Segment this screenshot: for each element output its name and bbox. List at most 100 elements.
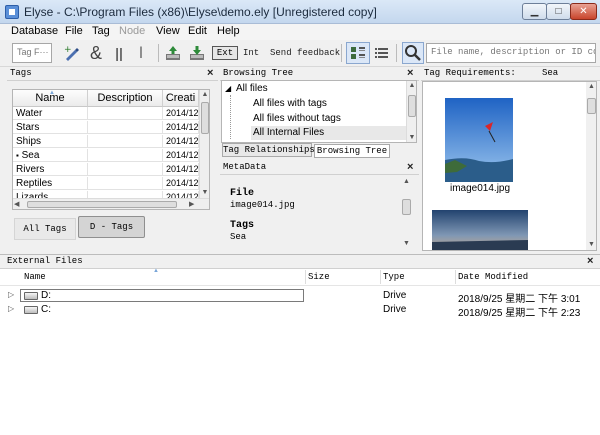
tab-tag-relationships[interactable]: Tag Relationships: [222, 143, 315, 157]
expand-arrow-icon[interactable]: ▷: [8, 304, 14, 313]
table-row[interactable]: Reptiles 2014/12.: [13, 177, 199, 190]
column-header-type[interactable]: Type: [383, 272, 405, 282]
scroll-thumb[interactable]: [27, 201, 177, 208]
scroll-down-icon[interactable]: ▼: [401, 239, 412, 249]
close-icon[interactable]: ×: [587, 255, 593, 267]
table-row[interactable]: ▷ C: Drive 2018/9/25 星期二 下午 2:23: [8, 303, 598, 319]
file-type-cell: Drive: [383, 304, 407, 315]
scroll-up-icon[interactable]: ▲: [200, 90, 209, 100]
menu-edit[interactable]: Edit: [188, 25, 207, 37]
upload-tray-icon[interactable]: [163, 43, 183, 63]
tag-created-cell: 2014/12.: [163, 149, 199, 162]
text-cursor-icon[interactable]: I: [131, 43, 151, 63]
metadata-vertical-scrollbar[interactable]: ▲ ▼: [401, 177, 412, 249]
tab-d-tags[interactable]: D - Tags: [78, 216, 145, 238]
scroll-up-icon[interactable]: ▲: [401, 177, 412, 187]
external-files-toggle[interactable]: Ext: [212, 46, 238, 60]
menu-view[interactable]: View: [156, 25, 180, 37]
metadata-file-value: image014.jpg: [230, 200, 295, 210]
file-date-cell: 2018/9/25 星期二 下午 2:23: [458, 308, 581, 319]
thumbnail-view-button[interactable]: [346, 42, 370, 64]
thumbnail-image014[interactable]: [445, 98, 513, 182]
table-row[interactable]: Rivers 2014/12.: [13, 163, 199, 176]
scroll-down-icon[interactable]: ▼: [586, 240, 596, 250]
close-icon[interactable]: ×: [407, 161, 413, 173]
close-icon[interactable]: ×: [207, 67, 213, 79]
thumbnail-image-2[interactable]: [432, 210, 528, 250]
metadata-header: MetaData: [220, 161, 419, 175]
table-row[interactable]: ▷ D: Drive 2018/9/25 星期二 下午 3:01: [8, 289, 598, 305]
drive-icon: [24, 292, 38, 300]
list-view-icon[interactable]: [372, 43, 392, 63]
expand-arrow-icon[interactable]: ▷: [8, 290, 14, 299]
collapse-arrow-icon[interactable]: ◢: [225, 84, 231, 93]
toolbar-separator: [341, 44, 342, 62]
column-header-created[interactable]: Creati: [163, 90, 199, 107]
menu-database[interactable]: Database: [11, 25, 58, 37]
menu-node[interactable]: Node: [119, 25, 145, 37]
table-row[interactable]: Water 2014/12.: [13, 107, 199, 120]
metadata-panel: MetaData × File image014.jpg Tags Sea ▲ …: [220, 161, 419, 253]
tab-browsing-tree[interactable]: Browsing Tree: [314, 144, 390, 158]
scroll-thumb[interactable]: [587, 98, 596, 114]
scroll-up-icon[interactable]: ▲: [586, 82, 596, 92]
tag-created-cell: 2014/12.: [163, 107, 199, 120]
tag-description-cell: [88, 149, 163, 162]
table-row[interactable]: Ships 2014/12.: [13, 135, 199, 148]
column-header-date-modified[interactable]: Date Modified: [458, 272, 528, 282]
internal-files-toggle[interactable]: Int: [243, 48, 259, 58]
tree-vertical-scrollbar[interactable]: ▲ ▼: [406, 81, 416, 142]
title-bar: Elyse - C:\Program Files (x86)\Elyse\dem…: [0, 0, 600, 24]
maximize-button[interactable]: □: [546, 3, 571, 20]
tag-name-cell: Rivers: [13, 163, 88, 176]
search-icon[interactable]: [402, 42, 424, 64]
search-input[interactable]: File name, description or ID code: [426, 43, 596, 63]
tag-description-cell: [88, 177, 163, 190]
pause-icon[interactable]: ||: [109, 43, 129, 63]
minimize-button[interactable]: ▁: [522, 3, 547, 20]
scroll-up-icon[interactable]: ▲: [407, 81, 416, 91]
thumbnail-list: image014.jpg ▲ ▼: [422, 81, 597, 251]
column-header-description[interactable]: Description: [88, 90, 163, 107]
close-window-button[interactable]: ✕: [570, 3, 597, 20]
send-feedback-button[interactable]: Send feedback: [270, 48, 340, 58]
table-row[interactable]: Stars 2014/12.: [13, 121, 199, 134]
tags-horizontal-scrollbar[interactable]: ◀ ▶: [13, 198, 209, 209]
close-icon[interactable]: ×: [407, 67, 413, 79]
tag-name-cell: Ships: [13, 135, 88, 148]
scroll-thumb[interactable]: [408, 95, 416, 117]
thumbnails-vertical-scrollbar[interactable]: ▲ ▼: [586, 82, 596, 250]
sort-indicator-icon: ▲: [49, 90, 55, 96]
column-divider: [455, 270, 456, 284]
tree-connector: [230, 95, 231, 139]
scroll-right-icon[interactable]: ▶: [189, 199, 194, 209]
and-operator-icon[interactable]: &: [86, 43, 106, 63]
tree-node-with-tags[interactable]: All files with tags: [253, 98, 327, 109]
column-header-size[interactable]: Size: [308, 272, 330, 282]
column-header-name[interactable]: Name: [24, 272, 46, 282]
scroll-down-icon[interactable]: ▼: [407, 133, 416, 142]
external-files-header: External Files: [0, 255, 600, 269]
menu-help[interactable]: Help: [217, 25, 240, 37]
menu-tag[interactable]: Tag: [92, 25, 110, 37]
window-title: Elyse - C:\Program Files (x86)\Elyse\dem…: [24, 5, 377, 19]
tag-requirements-header: Tag Requirements: Sea: [421, 67, 600, 81]
scroll-left-icon[interactable]: ◀: [14, 199, 19, 209]
scroll-thumb[interactable]: [402, 199, 411, 215]
scroll-thumb[interactable]: [201, 102, 209, 134]
download-tray-icon[interactable]: [187, 43, 207, 63]
tags-vertical-scrollbar[interactable]: ▲ ▼: [199, 90, 209, 198]
tag-name-cell: Reptiles: [13, 177, 88, 190]
browsing-tree-header: Browsing Tree: [220, 67, 419, 81]
header-divider: [0, 285, 600, 286]
scroll-down-icon[interactable]: ▼: [200, 188, 209, 198]
tab-all-tags[interactable]: All Tags: [14, 218, 76, 240]
add-tag-icon[interactable]: +: [62, 43, 82, 63]
tree-node-internal-files[interactable]: All Internal Files: [251, 126, 407, 140]
tree-node-all-files[interactable]: All files: [236, 83, 268, 94]
tag-filter-input[interactable]: Tag F···: [12, 43, 52, 63]
tree-node-without-tags[interactable]: All files without tags: [253, 113, 341, 124]
metadata-tags-label: Tags: [230, 220, 255, 231]
table-row-current[interactable]: ▪ Sea 2014/12.: [13, 149, 199, 162]
menu-file[interactable]: File: [65, 25, 83, 37]
